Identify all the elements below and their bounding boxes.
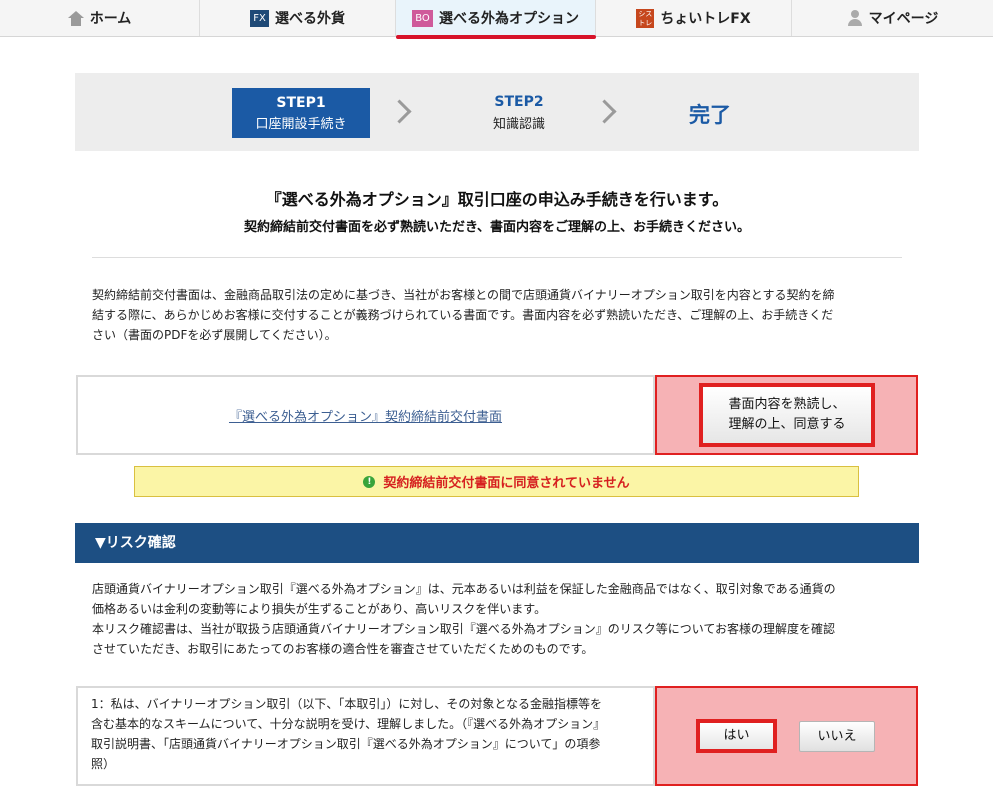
chevron-right-icon [387,99,412,124]
step3-complete: 完了 [689,103,731,127]
warning-message: ! 契約締結前交付書面に同意されていません [134,466,859,497]
agree-button-line1: 書面内容を熟読し、 [728,397,846,412]
chevron-right-icon [592,99,617,124]
question-line: 取引説明書、「店頭通貨バイナリーオプション取引『選べる外為オプション』について」… [91,737,601,751]
page-subtitle: 契約締結前交付書面を必ず熟読いただき、書面内容をご理解の上、お手続きください。 [243,220,751,235]
bo-icon: BO [412,9,433,27]
intro-line: 結する際に、あらかじめお客様に交付することが義務づけられている書面です。書面内容… [92,308,834,322]
active-tab-underline [396,35,596,39]
step1-current: STEP1 口座開設手続き [232,88,370,138]
systrade-icon: シス トレ [636,8,655,28]
step1-title: STEP1 [276,95,326,111]
risk-line: 店頭通貨バイナリーオプション取引『選べる外為オプション』は、元本あるいは利益を保… [92,582,836,596]
nav-item-mypage[interactable]: マイページ [792,0,993,36]
nav-item-bo-label: 選べる外為オプション [439,11,579,27]
question-line: 含む基本的なスキームについて、十分な説明を受け、理解しました。（『選べる外為オプ… [91,717,606,731]
intro-line: さい（書面のPDFを必ず展開してください）。 [92,328,337,342]
no-button[interactable]: いいえ [799,721,875,752]
step1-sub: 口座開設手続き [255,117,347,132]
agree-cell: 書面内容を熟読し、 理解の上、同意する [655,375,918,455]
risk-line: させていただき、お取引にあたってのお客様の適合性を審査させていただくためのもので… [92,642,594,656]
risk-question-1-answer-cell: はい いいえ [655,686,918,786]
nav-item-choitore-label: ちょいトレFX [660,11,751,27]
fx-icon: FX [250,9,269,27]
risk-line: 本リスク確認書は、当社が取扱う店頭通貨バイナリーオプション取引『選べる外為オプシ… [92,622,836,636]
question-line: 1：私は、バイナリーオプション取引（以下、「本取引」）に対し、その対象となる金融… [91,697,603,711]
top-nav: ホーム FX 選べる外貨 BO 選べる外為オプション シス トレ ちょいトレFX … [0,0,993,37]
agree-button[interactable]: 書面内容を熟読し、 理解の上、同意する [699,383,875,447]
step2-sub: 知識認識 [492,117,545,132]
risk-question-1: 1：私は、バイナリーオプション取引（以下、「本取引」）に対し、その対象となる金融… [76,686,655,786]
divider [92,257,902,258]
risk-line: 価格あるいは金利の変動等により損失が生ずることがあり、高いリスクを伴います。 [92,602,547,616]
yes-button[interactable]: はい [696,719,777,753]
page-title: 『選べる外為オプション』取引口座の申込み手続きを行います。 [265,190,729,209]
step-indicator: STEP1 口座開設手続き STEP2 知識認識 完了 [75,73,919,151]
step2-title: STEP2 [494,94,544,110]
user-icon [847,10,863,26]
document-link-cell: 『選べる外為オプション』契約締結前交付書面 [76,375,655,455]
warning-text: 契約締結前交付書面に同意されていません [383,476,630,491]
nav-item-bo[interactable]: BO 選べる外為オプション [396,0,596,36]
alert-icon: ! [363,475,376,488]
risk-section-header: ▼リスク確認 [75,523,919,563]
nav-item-choitore[interactable]: シス トレ ちょいトレFX [596,0,792,36]
question-line: 照） [91,757,116,771]
contract-document-link[interactable]: 『選べる外為オプション』契約締結前交付書面 [229,406,502,425]
nav-item-fx[interactable]: FX 選べる外貨 [200,0,396,36]
nav-item-home-label: ホーム [89,11,132,27]
nav-item-mypage-label: マイページ [868,11,939,27]
nav-item-fx-label: 選べる外貨 [275,11,345,27]
intro-line: 契約締結前交付書面は、金融商品取引法の定めに基づき、当社がお客様との間で店頭通貨… [92,288,835,302]
step2: STEP2 知識認識 [459,93,579,135]
nav-item-home[interactable]: ホーム [0,0,200,36]
home-icon [67,10,84,26]
agree-button-line2: 理解の上、同意する [728,417,846,432]
